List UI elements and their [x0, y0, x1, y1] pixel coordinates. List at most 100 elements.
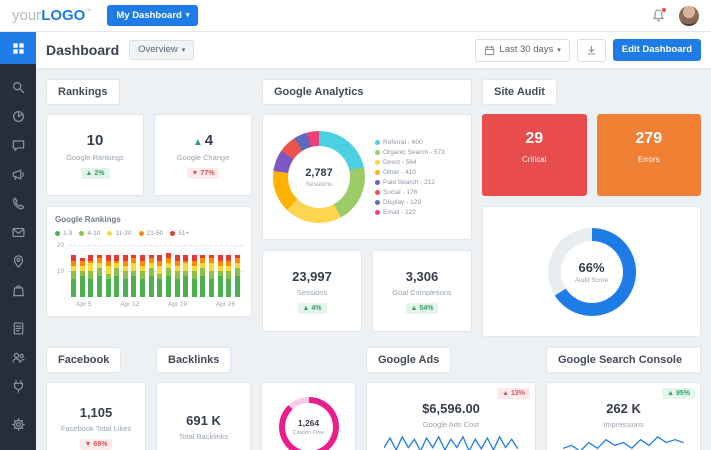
legend-item: Paid Search - 212 — [375, 179, 445, 186]
logo-text-logo: LOGO — [41, 7, 86, 24]
impressions-sparkline — [563, 435, 684, 450]
stat-label: Facebook Total Likes — [60, 423, 132, 433]
facebook-likes-card: 1,105 Facebook Total Likes ▼ 69% — [46, 382, 146, 450]
legend-label: Organic Search - 573 — [383, 148, 445, 156]
sidebar-item-rankings[interactable] — [0, 102, 36, 131]
donut-center: 66% Audit Score — [560, 240, 623, 303]
plot-area — [68, 245, 243, 297]
up-arrow-icon: ▲ — [192, 136, 203, 148]
ranking-bar — [71, 255, 76, 297]
download-button[interactable] — [576, 38, 606, 62]
sidebar-item-team[interactable] — [0, 343, 36, 372]
overview-dropdown[interactable]: Overview ▾ — [129, 40, 195, 60]
legend-label: 11-20 — [115, 230, 132, 237]
legend-dot — [79, 231, 85, 236]
legend-item: Referral - 600 — [375, 139, 445, 146]
donut-value: 2,787 — [305, 166, 333, 179]
sidebar-item-reports[interactable] — [0, 314, 36, 343]
legend-item: Other - 410 — [375, 169, 445, 176]
chevron-down-icon: ▾ — [557, 46, 561, 54]
donut-label: Sessions — [305, 180, 333, 188]
legend-label: Direct - 564 — [383, 158, 417, 166]
section-title-google-search-console: Google Search Console — [546, 347, 701, 373]
alert-label: Errors — [637, 155, 660, 164]
legend-label: Other - 410 — [383, 168, 416, 176]
citation-flow-gauge: 1,264 Citation Flow — [278, 397, 339, 450]
ranking-bar — [96, 255, 102, 297]
goal-completions-stat-card: 3,306 Goal Completions ▲ 54% — [372, 250, 472, 332]
sidebar-item-local-seo[interactable] — [0, 247, 36, 276]
users-icon — [11, 352, 25, 363]
ranking-bar — [157, 255, 163, 297]
edit-dashboard-button[interactable]: Edit Dashboard — [612, 39, 701, 61]
stat-label: Google Rankings — [66, 152, 124, 162]
sidebar-item-search[interactable] — [0, 73, 36, 102]
stat-value: 23,997 — [292, 268, 332, 284]
legend-dot — [375, 189, 380, 195]
calendar-icon — [485, 45, 495, 55]
page-toolbar: Dashboard Overview ▾ Last 30 days ▾ Edit… — [36, 32, 711, 69]
sidebar-item-calls[interactable] — [0, 189, 36, 218]
sidebar-item-settings[interactable] — [0, 410, 36, 439]
stat-label: Total Backlinks — [178, 432, 229, 441]
widgets-row-1: Rankings 10 Google Rankings ▲ 2% ▲ 4 Goog… — [46, 79, 701, 337]
ranking-bar — [209, 255, 214, 297]
donut-chart-icon — [12, 111, 24, 122]
legend-item: 1-3 — [55, 230, 72, 237]
section-title-google-analytics: Google Analytics — [262, 79, 472, 105]
donut-label: Citation Flow — [292, 430, 325, 436]
stat-value: 3,306 — [405, 268, 439, 284]
rankings-bar-chart: 20 10 — [55, 242, 243, 297]
sidebar-item-messages[interactable] — [0, 131, 36, 160]
legend-dot — [375, 159, 380, 165]
legend-item: Display - 129 — [375, 199, 445, 206]
widgets-row-2: Facebook 1,105 Facebook Total Likes ▼ 69… — [46, 347, 701, 450]
stat-value: 691 K — [186, 413, 221, 428]
stat-label: Goal Completions — [392, 287, 452, 297]
ranking-bar — [174, 255, 180, 297]
ranking-bar — [165, 252, 171, 297]
document-icon — [13, 322, 23, 335]
sessions-stat-card: 23,997 Sessions ▲ 4% — [262, 250, 362, 332]
stacked-bars — [68, 245, 243, 297]
search-icon — [12, 82, 24, 94]
chart-title: Google Rankings — [55, 215, 121, 224]
donut-center: 1,264 Citation Flow — [284, 403, 333, 450]
notifications-button[interactable] — [651, 6, 667, 24]
legend-label: Social - 176 — [383, 188, 418, 196]
phone-icon — [12, 197, 24, 210]
ranking-bar — [105, 255, 111, 297]
legend-item: Social - 176 — [375, 189, 445, 196]
sidebar-item-ecommerce[interactable] — [0, 276, 36, 305]
donut-center: 2,787 Sessions — [288, 146, 350, 208]
change-badge: ▲ 13% — [497, 388, 530, 399]
legend-item: 51+ — [170, 230, 189, 237]
download-icon — [587, 45, 596, 54]
rankings-section: Rankings 10 Google Rankings ▲ 2% ▲ 4 Goog… — [46, 79, 252, 337]
site-audit-section: Site Audit 29 Critical 279 Errors 66% Au… — [482, 79, 701, 337]
legend-item: 11-20 — [107, 230, 132, 237]
ranking-bar — [122, 255, 128, 297]
sidebar-item-integrations[interactable] — [0, 372, 36, 401]
sidebar-item-campaigns[interactable] — [0, 160, 36, 189]
legend-label: 51+ — [178, 230, 190, 237]
logo-trademark: ™ — [85, 9, 92, 15]
sidebar-item-email[interactable] — [0, 218, 36, 247]
legend-dot — [375, 149, 380, 155]
google-ads-cost-card: ▲ 13% $6,596.00 Google Ads Cost — [366, 382, 536, 450]
legend-label: Paid Search - 212 — [383, 178, 436, 186]
section-title-google-ads: Google Ads — [366, 347, 452, 373]
google-ads-sparkline — [384, 435, 518, 450]
x-tick: Apr 26 — [215, 301, 235, 308]
stat-value: $6,596.00 — [422, 401, 480, 416]
my-dashboard-button[interactable]: My Dashboard ▾ — [107, 4, 199, 27]
sidebar-nav — [0, 32, 36, 450]
shopping-bag-icon — [12, 285, 24, 297]
envelope-icon — [11, 227, 25, 238]
ranking-bar — [217, 255, 223, 297]
sidebar-item-dashboard[interactable] — [0, 32, 36, 64]
legend-label: Display - 129 — [383, 198, 421, 206]
user-avatar[interactable] — [679, 5, 699, 26]
x-tick: Apr 19 — [168, 301, 188, 308]
date-range-button[interactable]: Last 30 days ▾ — [475, 38, 570, 62]
